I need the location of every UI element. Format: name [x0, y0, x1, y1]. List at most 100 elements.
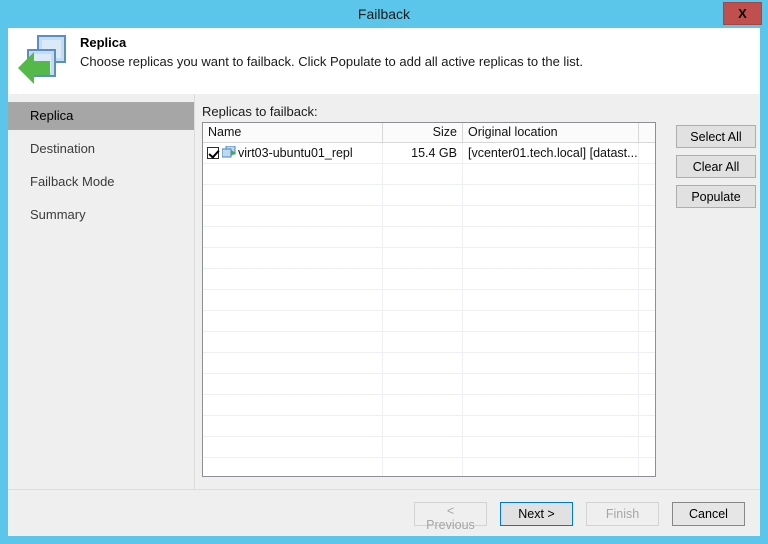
cell-name — [203, 227, 383, 247]
row-checkbox[interactable] — [207, 147, 219, 159]
cell-size — [383, 206, 463, 226]
table-row-empty[interactable] — [203, 395, 655, 416]
cell-name — [203, 353, 383, 373]
cell-spacer — [639, 227, 655, 247]
cell-spacer — [639, 437, 655, 457]
previous-button[interactable]: < Previous — [414, 502, 487, 526]
replicas-table[interactable]: Name Size Original location virt03-ubunt… — [202, 122, 656, 477]
cell-name — [203, 290, 383, 310]
column-header-location[interactable]: Original location — [463, 123, 639, 142]
cell-size — [383, 458, 463, 477]
table-row-empty[interactable] — [203, 248, 655, 269]
cell-spacer — [639, 206, 655, 226]
cell-size — [383, 185, 463, 205]
cell-size — [383, 248, 463, 268]
table-row-empty[interactable] — [203, 437, 655, 458]
clear-all-button[interactable]: Clear All — [676, 155, 756, 178]
table-row-empty[interactable] — [203, 416, 655, 437]
cell-spacer — [639, 374, 655, 394]
cell-size: 15.4 GB — [383, 143, 463, 163]
cell-size — [383, 395, 463, 415]
cell-name — [203, 164, 383, 184]
close-icon[interactable]: X — [723, 2, 762, 25]
cell-location: [vcenter01.tech.local] [datast... — [463, 143, 639, 163]
cell-name — [203, 206, 383, 226]
cell-location — [463, 416, 639, 436]
cell-size — [383, 311, 463, 331]
cell-name: virt03-ubuntu01_repl — [203, 143, 383, 163]
cancel-button[interactable]: Cancel — [672, 502, 745, 526]
table-row-empty[interactable] — [203, 374, 655, 395]
cell-spacer — [639, 248, 655, 268]
virtual-machine-replica-icon — [222, 145, 237, 158]
cell-name — [203, 248, 383, 268]
cell-name — [203, 374, 383, 394]
cell-size — [383, 374, 463, 394]
table-row[interactable]: virt03-ubuntu01_repl 15.4 GB [vcenter01.… — [203, 143, 655, 164]
next-button[interactable]: Next > — [500, 502, 573, 526]
column-header-size[interactable]: Size — [383, 123, 463, 142]
cell-location — [463, 248, 639, 268]
finish-button[interactable]: Finish — [586, 502, 659, 526]
cell-location — [463, 269, 639, 289]
table-row-empty[interactable] — [203, 227, 655, 248]
cell-name — [203, 416, 383, 436]
table-row-empty[interactable] — [203, 353, 655, 374]
table-row-empty[interactable] — [203, 206, 655, 227]
select-all-button[interactable]: Select All — [676, 125, 756, 148]
table-row-empty[interactable] — [203, 332, 655, 353]
cell-name — [203, 458, 383, 477]
cell-size — [383, 269, 463, 289]
sidebar-item-failback-mode[interactable]: Failback Mode — [8, 168, 194, 196]
cell-spacer — [639, 395, 655, 415]
page-description: Choose replicas you want to failback. Cl… — [80, 54, 583, 69]
cell-size — [383, 164, 463, 184]
sidebar-item-replica[interactable]: Replica — [8, 102, 194, 130]
column-header-spacer[interactable] — [639, 123, 655, 142]
cell-size — [383, 416, 463, 436]
window-title: Failback — [0, 0, 768, 28]
cell-size — [383, 290, 463, 310]
title-bar: Failback X — [0, 0, 768, 28]
cell-location — [463, 206, 639, 226]
cell-size — [383, 332, 463, 352]
cell-spacer — [639, 458, 655, 477]
cell-spacer — [639, 311, 655, 331]
cell-location — [463, 311, 639, 331]
table-header-row: Name Size Original location — [203, 123, 655, 143]
cell-name — [203, 332, 383, 352]
table-row-empty[interactable] — [203, 458, 655, 477]
sidebar-item-summary[interactable]: Summary — [8, 201, 194, 229]
cell-location — [463, 353, 639, 373]
cell-name — [203, 311, 383, 331]
populate-button[interactable]: Populate — [676, 185, 756, 208]
cell-location — [463, 437, 639, 457]
column-header-name[interactable]: Name — [203, 123, 383, 142]
cell-name — [203, 185, 383, 205]
table-row-empty[interactable] — [203, 164, 655, 185]
failback-wizard-window: Failback X Replica Choose replicas you w… — [0, 0, 768, 544]
cell-name — [203, 437, 383, 457]
cell-name — [203, 395, 383, 415]
cell-spacer — [639, 290, 655, 310]
cell-location — [463, 227, 639, 247]
cell-spacer — [639, 143, 655, 163]
cell-location — [463, 185, 639, 205]
table-row-empty[interactable] — [203, 290, 655, 311]
banner: Replica Choose replicas you want to fail… — [8, 28, 760, 94]
table-row-empty[interactable] — [203, 311, 655, 332]
cell-location — [463, 290, 639, 310]
cell-location — [463, 332, 639, 352]
cell-spacer — [639, 416, 655, 436]
table-row-empty[interactable] — [203, 269, 655, 290]
replica-name-text: virt03-ubuntu01_repl — [238, 146, 353, 160]
footer-bar: < Previous Next > Finish Cancel — [8, 490, 760, 536]
cell-size — [383, 353, 463, 373]
sidebar-item-destination[interactable]: Destination — [8, 135, 194, 163]
cell-location — [463, 164, 639, 184]
cell-spacer — [639, 185, 655, 205]
cell-location — [463, 458, 639, 477]
table-row-empty[interactable] — [203, 185, 655, 206]
wizard-step-nav: Replica Destination Failback Mode Summar… — [8, 94, 194, 489]
cell-size — [383, 437, 463, 457]
